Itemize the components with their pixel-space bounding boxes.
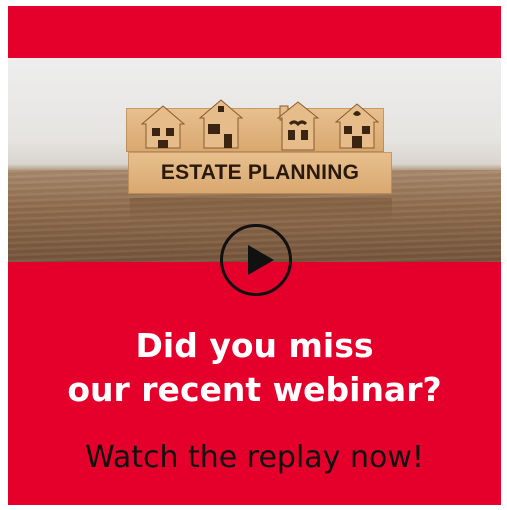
headline-line-2: our recent webinar?	[67, 370, 442, 409]
estate-planning-sign: ESTATE PLANNING	[160, 161, 360, 184]
house-icon	[276, 100, 320, 152]
block-reflection	[130, 198, 392, 224]
house-icon	[198, 98, 244, 150]
play-icon	[248, 245, 274, 275]
house-icon	[334, 102, 380, 150]
play-button[interactable]	[220, 224, 292, 296]
headline-line-1: Did you miss	[135, 326, 374, 365]
webinar-promo-card[interactable]: ESTATE PLANNING Did you miss our recent …	[8, 6, 501, 505]
house-icon	[140, 104, 186, 150]
watch-replay-cta[interactable]: Watch the replay now!	[8, 438, 501, 478]
